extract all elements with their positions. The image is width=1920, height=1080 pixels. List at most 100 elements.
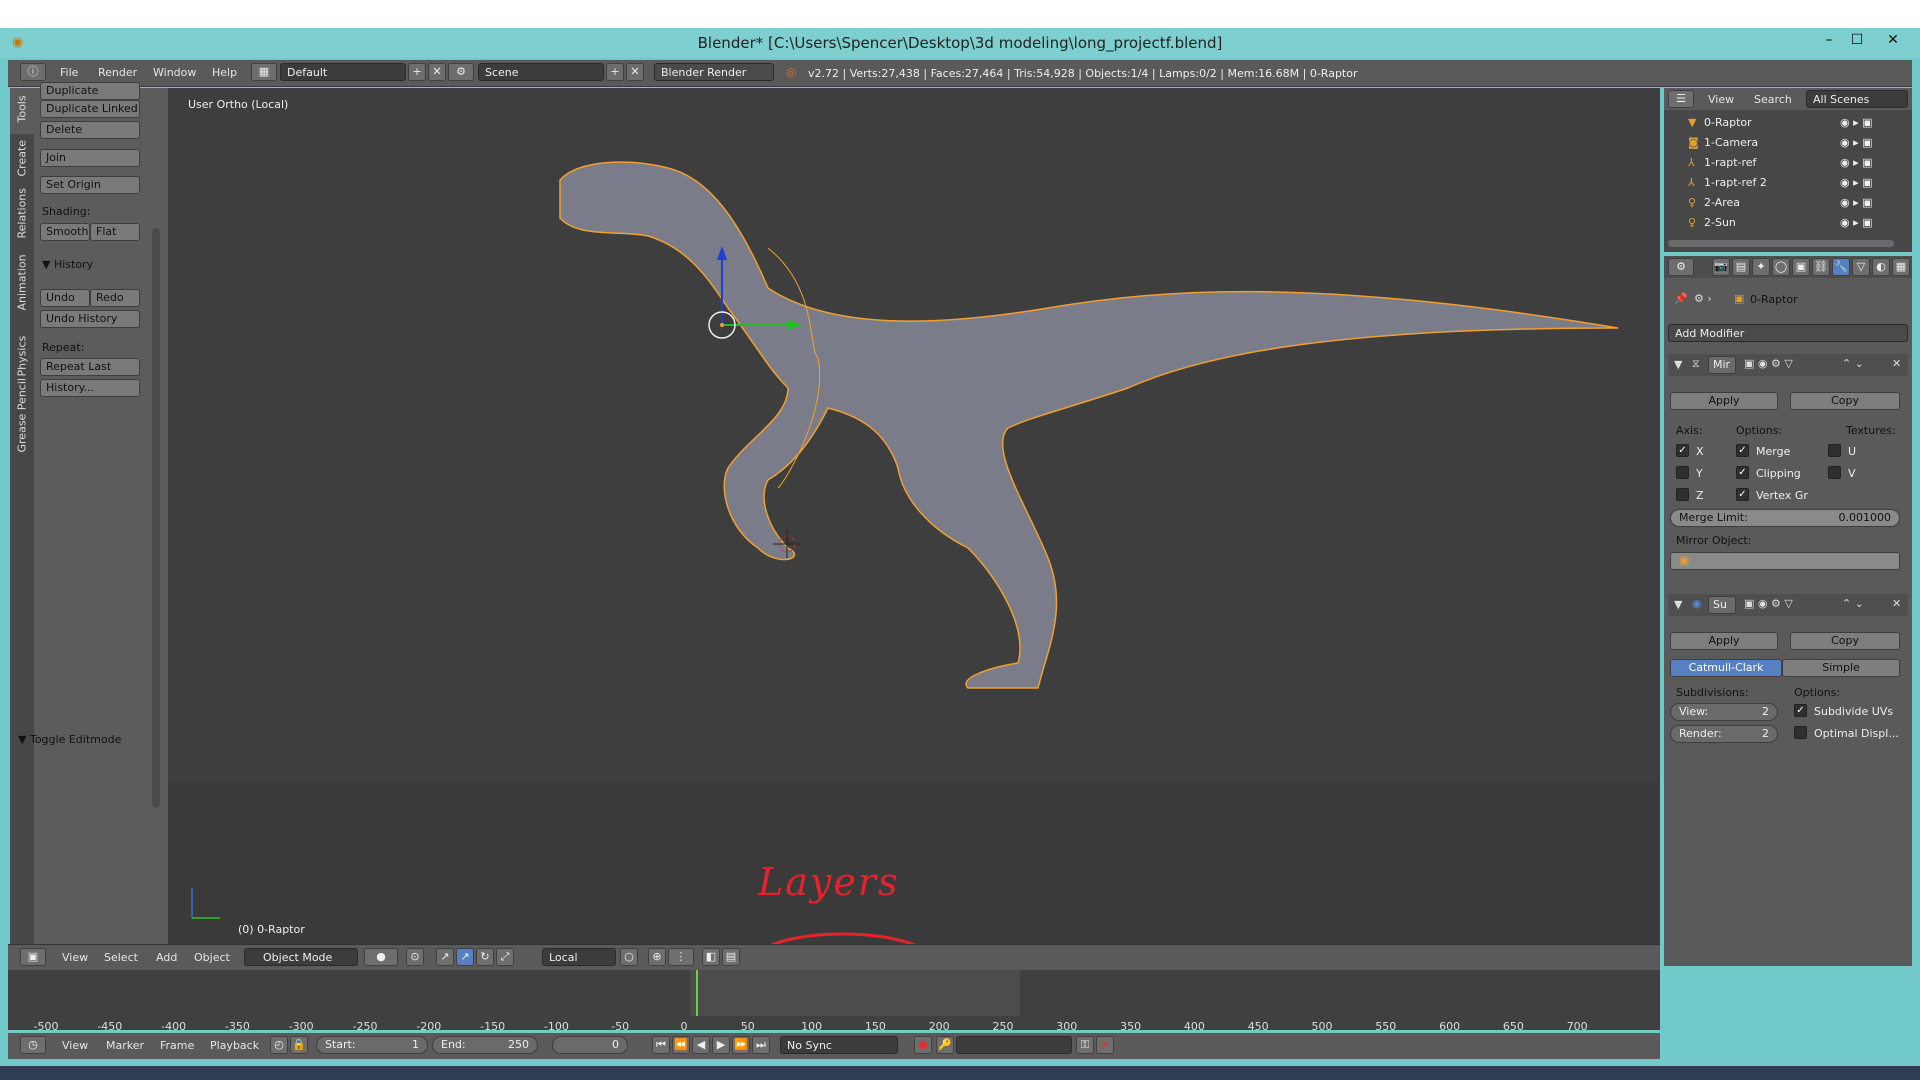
data-tab-icon[interactable]: ▽ bbox=[1852, 258, 1870, 276]
remove-modifier-icon[interactable]: ✕ bbox=[1892, 357, 1901, 370]
axis-x-checkbox[interactable]: ✓ bbox=[1676, 444, 1689, 457]
frame-menu[interactable]: Frame bbox=[160, 1039, 194, 1052]
lock-icon[interactable]: 🔒 bbox=[290, 1036, 308, 1054]
menu-help[interactable]: Help bbox=[212, 66, 237, 79]
outliner-item[interactable]: ♀ 2-Area ◉ ▸ ▣ bbox=[1664, 196, 1912, 214]
properties-editor-icon[interactable]: ⚙ bbox=[1668, 258, 1694, 276]
jump-start-icon[interactable]: ⏮ bbox=[652, 1036, 670, 1054]
tab-animation[interactable]: Animation bbox=[10, 254, 34, 334]
outliner-scrollbar[interactable] bbox=[1668, 240, 1894, 247]
remove-modifier-icon[interactable]: ✕ bbox=[1892, 597, 1901, 610]
catmull-clark-button[interactable]: Catmull-Clark bbox=[1670, 659, 1782, 677]
repeat-last-button[interactable]: Repeat Last bbox=[40, 358, 140, 376]
snap-icon[interactable]: ⊕ bbox=[648, 948, 666, 966]
preview-range-icon[interactable]: ◴ bbox=[270, 1036, 288, 1054]
prev-keyframe-icon[interactable]: ⏪ bbox=[672, 1036, 690, 1054]
duplicate-button[interactable]: Duplicate bbox=[40, 82, 140, 100]
outliner-search-menu[interactable]: Search bbox=[1754, 93, 1792, 106]
rotate-icon[interactable]: ↻ bbox=[476, 948, 494, 966]
constraints-tab-icon[interactable]: ⛓ bbox=[1812, 258, 1830, 276]
render-tab-icon[interactable]: 📷 bbox=[1712, 258, 1730, 276]
subsurf-copy-button[interactable]: Copy bbox=[1790, 632, 1900, 650]
merge-limit-field[interactable]: Merge Limit: 0.001000 bbox=[1670, 509, 1900, 527]
axis-y-checkbox[interactable] bbox=[1676, 466, 1689, 479]
view-levels-field[interactable]: View: 2 bbox=[1670, 703, 1778, 721]
optimal-display-checkbox[interactable] bbox=[1794, 726, 1807, 739]
subdivide-uvs-checkbox[interactable]: ✓ bbox=[1794, 704, 1807, 717]
outliner-item[interactable]: ▼ 0-Raptor ◉ ▸ ▣ bbox=[1664, 116, 1912, 134]
jump-end-icon[interactable]: ⏭ bbox=[752, 1036, 770, 1054]
move-up-down-icon[interactable]: ⌃ ⌄ bbox=[1842, 597, 1864, 610]
remove-layout-icon[interactable]: ✕ bbox=[428, 63, 446, 81]
join-button[interactable]: Join bbox=[40, 149, 140, 167]
menu-file[interactable]: File bbox=[60, 66, 78, 79]
raptor-model[interactable] bbox=[168, 88, 1660, 944]
subsurf-apply-button[interactable]: Apply bbox=[1670, 632, 1778, 650]
toggle-editmode-panel[interactable]: ▼ Toggle Editmode bbox=[18, 733, 121, 746]
mirror-copy-button[interactable]: Copy bbox=[1790, 392, 1900, 410]
timeline[interactable]: -500 -450 -400 -350 -300 -250 -200 -150 -100 -50 0… bbox=[8, 970, 1660, 1033]
world-tab-icon[interactable]: ◯ bbox=[1772, 258, 1790, 276]
render-engine-select[interactable]: Blender Render bbox=[654, 63, 774, 81]
screen-layout-icon[interactable]: ▦ bbox=[251, 63, 277, 81]
merge-checkbox[interactable]: ✓ bbox=[1736, 444, 1749, 457]
close-button[interactable]: ✕ bbox=[1880, 32, 1906, 48]
simple-button[interactable]: Simple bbox=[1782, 659, 1900, 677]
mirror-object-field[interactable]: ▣ bbox=[1670, 552, 1900, 570]
set-origin-button[interactable]: Set Origin bbox=[40, 176, 140, 194]
history-button[interactable]: History... bbox=[40, 379, 140, 397]
subsurf-display-icons[interactable]: ▣ ◉ ⚙ ▽ bbox=[1744, 597, 1793, 610]
editor-type-icon[interactable]: ⓘ bbox=[20, 63, 46, 81]
subsurf-name-field[interactable]: Su bbox=[1708, 596, 1736, 614]
texture-u-checkbox[interactable] bbox=[1828, 444, 1841, 457]
material-tab-icon[interactable]: ◐ bbox=[1872, 258, 1890, 276]
mirror-display-icons[interactable]: ▣ ◉ ⚙ ▽ bbox=[1744, 357, 1793, 370]
texture-tab-icon[interactable]: ▦ bbox=[1892, 258, 1910, 276]
collapse-arrow-icon[interactable]: ▼ bbox=[1674, 598, 1682, 611]
view3d-editor-icon[interactable]: ▣ bbox=[20, 948, 46, 966]
shading-mode-icon[interactable]: ● bbox=[364, 948, 398, 966]
outliner-item[interactable]: ◙ 1-Camera ◉ ▸ ▣ bbox=[1664, 136, 1912, 154]
menu-render[interactable]: Render bbox=[98, 66, 137, 79]
minimize-button[interactable]: – bbox=[1816, 32, 1842, 48]
smooth-button[interactable]: Smooth bbox=[40, 223, 90, 241]
delete-button[interactable]: Delete bbox=[40, 121, 140, 139]
tab-relations[interactable]: Relations bbox=[10, 188, 34, 258]
menu-window[interactable]: Window bbox=[153, 66, 196, 79]
scene-tab-icon[interactable]: ✦ bbox=[1752, 258, 1770, 276]
move-up-down-icon[interactable]: ⌃ ⌄ bbox=[1842, 357, 1864, 370]
add-scene-icon[interactable]: + bbox=[606, 63, 624, 81]
outliner-item[interactable]: ♀ 2-Sun ◉ ▸ ▣ bbox=[1664, 216, 1912, 234]
orientation-select[interactable]: Local bbox=[542, 948, 616, 966]
render-preview-icon[interactable]: ◧ bbox=[702, 948, 720, 966]
opengl-render-icon[interactable]: ▤ bbox=[722, 948, 740, 966]
record-icon[interactable]: ● bbox=[914, 1036, 932, 1054]
start-frame-field[interactable]: Start: 1 bbox=[316, 1036, 428, 1054]
vertex-group-checkbox[interactable]: ✓ bbox=[1736, 488, 1749, 501]
current-frame-line[interactable] bbox=[696, 970, 698, 1016]
current-frame-field[interactable]: 0 bbox=[552, 1036, 628, 1054]
snap-element-icon[interactable]: ⋮ bbox=[668, 948, 694, 966]
object-mode-select[interactable]: Object Mode bbox=[244, 948, 358, 966]
pin-icon[interactable]: 📌 bbox=[1674, 292, 1688, 305]
tab-grease-pencil[interactable]: Grease Pencil bbox=[10, 378, 34, 488]
sync-select[interactable]: No Sync bbox=[780, 1036, 898, 1054]
outliner-editor-icon[interactable]: ☰ bbox=[1668, 90, 1694, 108]
view-menu[interactable]: View bbox=[62, 951, 88, 964]
keying-icon[interactable]: 🔑 bbox=[936, 1036, 954, 1054]
redo-button[interactable]: Redo bbox=[90, 289, 140, 307]
outliner-item[interactable]: ⅄ 1-rapt-ref 2 ◉ ▸ ▣ bbox=[1664, 176, 1912, 194]
tab-tools[interactable]: Tools bbox=[10, 88, 34, 134]
play-reverse-icon[interactable]: ◀ bbox=[692, 1036, 710, 1054]
layers-tab-icon[interactable]: ▤ bbox=[1732, 258, 1750, 276]
outliner-view-menu[interactable]: View bbox=[1708, 93, 1734, 106]
screen-layout-select[interactable]: Default bbox=[280, 63, 406, 81]
timeline-editor-icon[interactable]: ◷ bbox=[20, 1036, 46, 1054]
timeline-view-menu[interactable]: View bbox=[62, 1039, 88, 1052]
scene-select[interactable]: Scene bbox=[478, 63, 604, 81]
select-menu[interactable]: Select bbox=[104, 951, 138, 964]
flat-button[interactable]: Flat bbox=[90, 223, 140, 241]
playback-menu[interactable]: Playback bbox=[210, 1039, 259, 1052]
history-panel-header[interactable]: ▼ History bbox=[42, 258, 93, 271]
texture-v-checkbox[interactable] bbox=[1828, 466, 1841, 479]
